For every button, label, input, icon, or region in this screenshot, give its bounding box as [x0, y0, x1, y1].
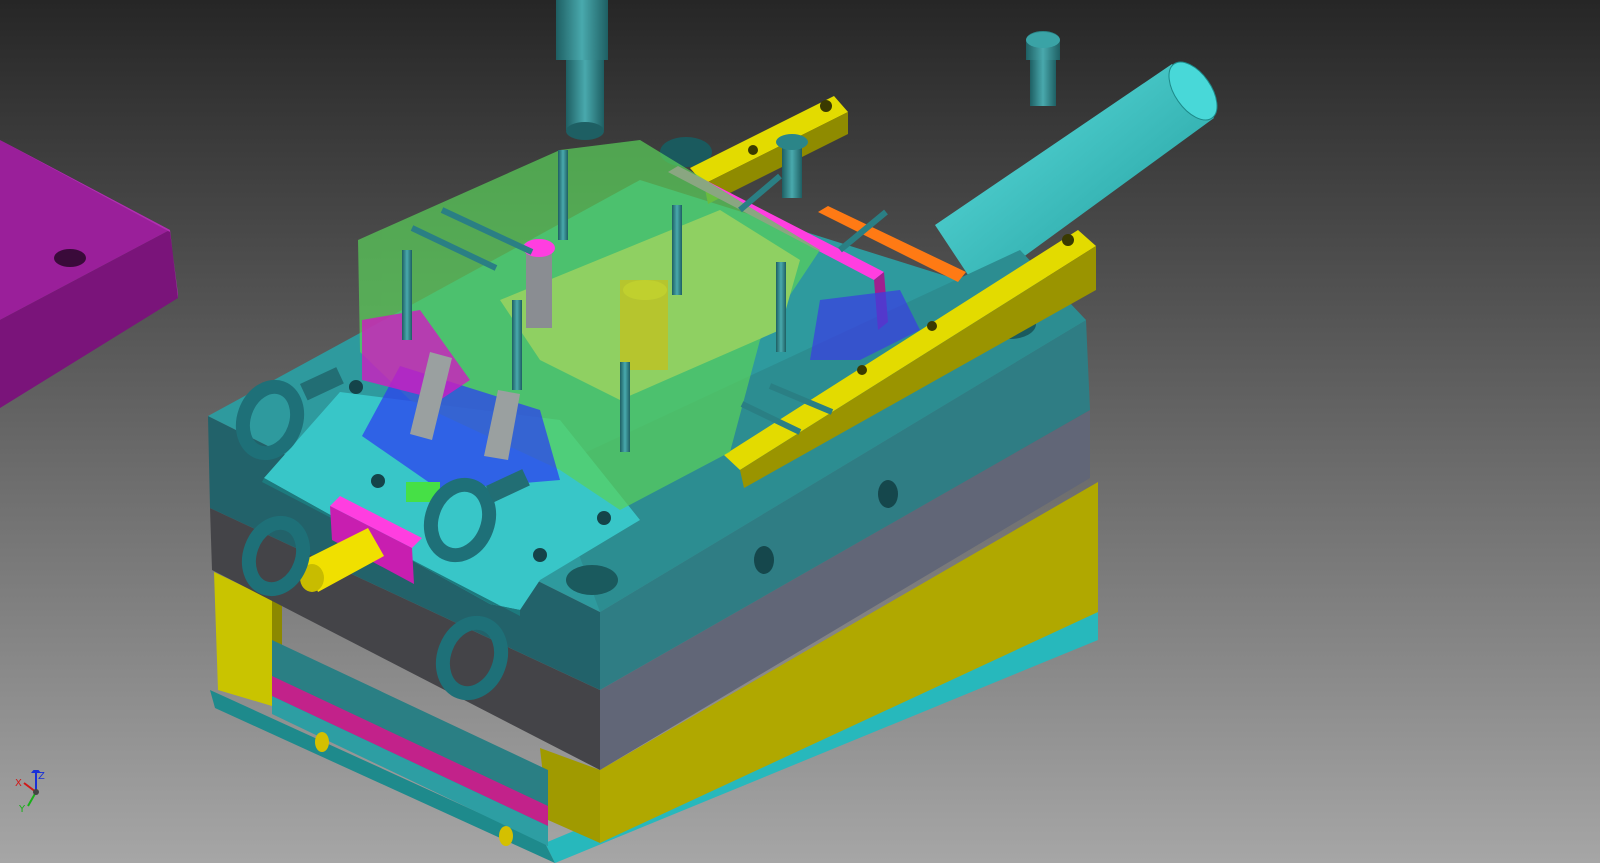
3d-viewport[interactable]: X Z Y [0, 0, 1600, 863]
axis-triad: X Z Y [14, 767, 64, 820]
floating-pin[interactable] [1026, 31, 1060, 106]
x-axis-label: X [15, 778, 22, 789]
y-axis-label: Y [18, 804, 26, 815]
z-axis-label: Z [38, 771, 45, 782]
mold-assembly-scene[interactable] [0, 0, 1600, 863]
